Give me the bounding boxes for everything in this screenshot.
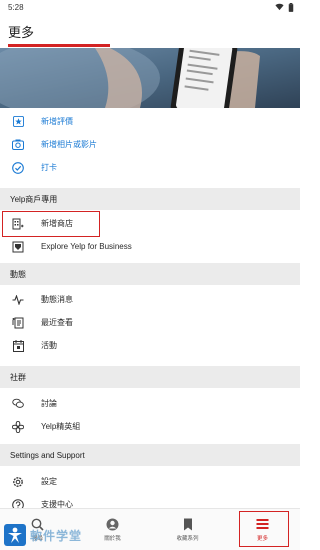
highlight-box-more [239,511,289,547]
events-label: 活動 [41,341,57,350]
status-time: 5:28 [8,2,24,12]
elite-item[interactable]: Yelp精英組 [0,415,300,438]
settings-section-header: Settings and Support [0,444,300,466]
nav-collections[interactable]: 收藏系列 [150,509,225,550]
yelp-business-icon [12,241,24,253]
explore-yelp-business-label: Explore Yelp for Business [41,242,132,251]
add-review-label: 新增評價 [41,117,73,126]
settings-header-label: Settings and Support [10,450,85,460]
recently-viewed-item[interactable]: 最近查看 [0,311,300,334]
community-section-header: 社群 [0,366,300,388]
checkin-item[interactable]: 打卡 [0,156,300,179]
nav-collections-label: 收藏系列 [176,536,199,542]
hero-banner-image [0,48,300,108]
add-photo-label: 新增相片或影片 [41,140,97,149]
elite-icon [12,420,24,433]
nav-profile-label: 關於我 [104,536,121,542]
discussion-icon [12,398,24,410]
top-actions-list: 新增評價 新增相片或影片 打卡 [0,110,300,179]
checkin-icon [12,161,24,174]
bookmark-icon [181,517,195,531]
community-header-label: 社群 [10,372,26,382]
community-list: 討論 Yelp精英組 [0,392,300,438]
activity-feed-icon [12,294,24,306]
wifi-icon [275,3,284,11]
elite-label: Yelp精英組 [41,422,81,431]
activity-header-label: 動態 [10,269,26,279]
battery-icon [288,2,294,12]
discussion-item[interactable]: 討論 [0,392,300,415]
events-item[interactable]: 活動 [0,334,300,357]
explore-yelp-business-item[interactable]: Explore Yelp for Business [0,235,300,258]
watermark-logo-icon [4,524,26,546]
discussion-label: 討論 [41,399,57,408]
events-icon [12,339,24,352]
settings-item[interactable]: 設定 [0,470,300,493]
business-section-header: Yelp商戶專用 [0,188,300,210]
star-icon [12,116,24,128]
activity-section-header: 動態 [0,263,300,285]
watermark: 軟件学堂 [0,520,100,550]
recently-viewed-icon [12,317,24,329]
business-header-label: Yelp商戶專用 [10,194,58,204]
watermark-text: 軟件学堂 [30,528,83,543]
gear-icon [12,476,24,488]
header-accent-bar [8,44,110,47]
recently-viewed-label: 最近查看 [41,318,73,327]
camera-icon [12,139,24,151]
app-header: 更多 [0,14,300,48]
profile-icon [106,517,120,531]
page-title: 更多 [8,24,35,40]
activity-feed-label: 動態消息 [41,295,73,304]
activity-feed-item[interactable]: 動態消息 [0,288,300,311]
settings-label: 設定 [41,477,57,486]
activity-list: 動態消息 最近查看 活動 [0,288,300,357]
add-review-item[interactable]: 新增評價 [0,110,300,133]
checkin-label: 打卡 [41,163,57,172]
highlight-box-add-business [2,211,100,237]
add-photo-item[interactable]: 新增相片或影片 [0,133,300,156]
status-bar: 5:28 [0,0,300,14]
